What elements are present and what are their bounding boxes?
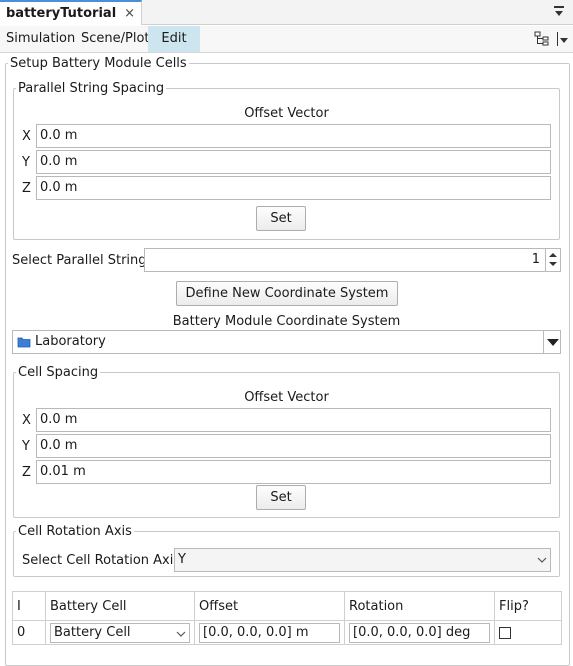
spinner-arrows-icon[interactable]	[545, 249, 560, 271]
row-rotation-value[interactable]: [0.0, 0.0, 0.0] deg	[349, 622, 490, 643]
flip-checkbox[interactable]	[499, 626, 511, 639]
spinner-up-icon[interactable]	[549, 253, 557, 257]
module-cs-label: Battery Module Coordinate System	[172, 314, 401, 329]
select-parallel-string-spinner[interactable]: 1	[144, 248, 561, 272]
select-parallel-string-label: Select Parallel String	[12, 253, 147, 268]
cell-rotation-axis-value: Y	[178, 552, 186, 567]
module-cs-value: Laboratory	[35, 334, 106, 349]
spinner-down-icon[interactable]	[549, 262, 557, 266]
pss-y-label: Y	[22, 155, 30, 170]
row-rotation-cell[interactable]: [0.0, 0.0, 0.0] deg	[344, 620, 495, 645]
column-header-flip[interactable]: Flip?	[494, 591, 562, 621]
pss-x-label: X	[22, 129, 31, 144]
column-header-offset[interactable]: Offset	[194, 591, 345, 621]
tab-title: batteryTutorial	[6, 6, 117, 21]
cell-spacing-title: Cell Spacing	[18, 365, 99, 380]
pss-offset-vector-label: Offset Vector	[244, 106, 329, 121]
close-icon[interactable]: ×	[124, 6, 135, 21]
cs-y-label: Y	[22, 439, 30, 454]
cs-x-field[interactable]: 0.0 m	[36, 408, 551, 432]
view-menu-icon[interactable]	[553, 4, 565, 18]
battery-cell-table: I Battery Cell Offset Rotation Flip? 0 B…	[12, 591, 562, 645]
cs-set-button[interactable]: Set	[256, 485, 306, 510]
cell-rotation-axis-label: Select Cell Rotation Axis	[22, 553, 181, 568]
cell-rotation-axis-title: Cell Rotation Axis	[18, 524, 132, 539]
battery-cell-combo[interactable]: Battery Cell	[50, 622, 190, 643]
panel-title: Setup Battery Module Cells	[10, 56, 187, 71]
column-header-index[interactable]: I	[12, 591, 46, 621]
chevron-down-icon[interactable]	[537, 555, 547, 565]
menu-simulation[interactable]: Simulation	[0, 26, 81, 52]
row-offset-value[interactable]: [0.0, 0.0, 0.0] m	[199, 622, 340, 643]
pss-set-button[interactable]: Set	[256, 206, 306, 231]
menu-scene-plot[interactable]: Scene/Plot	[75, 26, 156, 52]
cs-z-field[interactable]: 0.01 m	[36, 460, 551, 484]
folder-icon	[17, 337, 31, 348]
row-flip-cell[interactable]	[494, 620, 562, 645]
battery-cell-value: Battery Cell	[54, 624, 131, 640]
tab-battery-tutorial[interactable]: batteryTutorial ×	[0, 0, 143, 25]
select-parallel-string-value: 1	[531, 252, 540, 267]
module-cs-dropdown-icon[interactable]	[543, 331, 561, 353]
menu-edit[interactable]: Edit	[148, 26, 200, 52]
chevron-down-icon[interactable]	[176, 629, 186, 639]
menu-bar: Simulation Scene/Plot Edit	[0, 26, 573, 53]
cs-z-label: Z	[22, 465, 31, 480]
row-battery-cell-cell[interactable]: Battery Cell	[45, 620, 195, 645]
row-index: 0	[12, 620, 46, 645]
define-coordinate-system-button[interactable]: Define New Coordinate System	[176, 281, 398, 306]
row-offset-cell[interactable]: [0.0, 0.0, 0.0] m	[194, 620, 345, 645]
tab-bar: batteryTutorial ×	[0, 0, 573, 25]
pss-y-field[interactable]: 0.0 m	[36, 150, 551, 174]
table-row[interactable]: 0 Battery Cell [0.0, 0.0, 0.0] m [0.0, 0…	[12, 620, 562, 645]
module-cs-combo[interactable]: Laboratory	[12, 330, 561, 354]
cell-rotation-axis-combo[interactable]: Y	[174, 548, 551, 572]
pss-z-field[interactable]: 0.0 m	[36, 176, 551, 200]
pss-x-field[interactable]: 0.0 m	[36, 124, 551, 148]
tree-view-icon[interactable]	[534, 31, 550, 47]
cs-x-label: X	[22, 413, 31, 428]
column-header-battery-cell[interactable]: Battery Cell	[45, 591, 195, 621]
cs-offset-vector-label: Offset Vector	[244, 390, 329, 405]
toolbar-dropdown-icon[interactable]	[555, 30, 569, 48]
pss-z-label: Z	[22, 181, 31, 196]
parallel-string-spacing-title: Parallel String Spacing	[18, 81, 165, 96]
table-header-row: I Battery Cell Offset Rotation Flip?	[12, 591, 562, 621]
column-header-rotation[interactable]: Rotation	[344, 591, 495, 621]
cs-y-field[interactable]: 0.0 m	[36, 434, 551, 458]
